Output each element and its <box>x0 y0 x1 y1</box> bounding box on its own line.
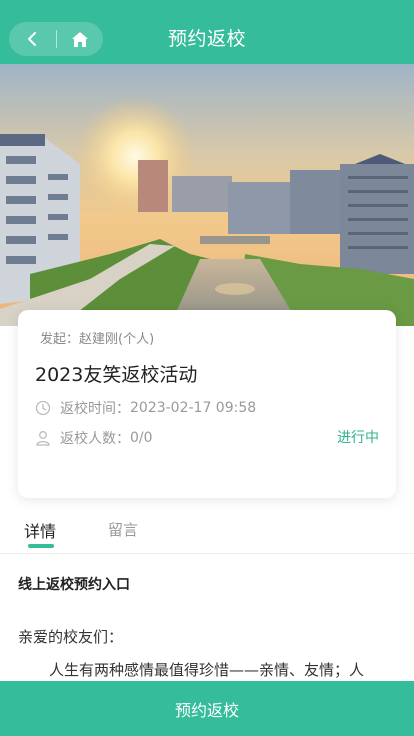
event-title: 2023友笑返校活动 <box>35 364 198 386</box>
page-title: 预约返校 <box>167 28 246 50</box>
event-count-value: 0/0 <box>130 430 153 446</box>
event-count-row: 返校人数： 0/0 <box>35 428 153 448</box>
content-greeting: 亲爱的校友们： <box>18 628 124 646</box>
clock-icon <box>35 400 51 416</box>
tab-message[interactable]: 留言 <box>108 519 138 540</box>
event-initiator: 发起：赵建刚(个人) <box>40 332 155 347</box>
event-time-label: 返校时间： <box>60 401 130 417</box>
status-badge: 进行中 <box>337 430 379 446</box>
tab-bar: 详情 留言 <box>0 506 414 554</box>
active-tab-indicator <box>28 544 54 548</box>
tab-detail[interactable]: 详情 <box>24 518 56 542</box>
content-paragraph: 人生有两种感情最值得珍惜——亲情、友情；人 <box>49 661 365 679</box>
event-time-value: 2023-02-17 09:58 <box>130 400 257 416</box>
person-icon <box>35 430 51 446</box>
header-bar: 预约返校 <box>0 0 414 64</box>
event-time-row: 返校时间： 2023-02-17 09:58 <box>35 398 256 418</box>
reserve-return-button[interactable]: 预约返校 <box>0 681 414 736</box>
event-card[interactable]: 发起：赵建刚(个人) 2023友笑返校活动 返校时间： 2023-02-17 0… <box>18 310 396 498</box>
event-count-label: 返校人数： <box>60 431 130 447</box>
campus-banner-image <box>0 64 414 326</box>
detail-content: 线上返校预约入口 亲爱的校友们： 人生有两种感情最值得珍惜——亲情、友情；人 <box>0 555 414 681</box>
content-heading: 线上返校预约入口 <box>18 577 130 593</box>
